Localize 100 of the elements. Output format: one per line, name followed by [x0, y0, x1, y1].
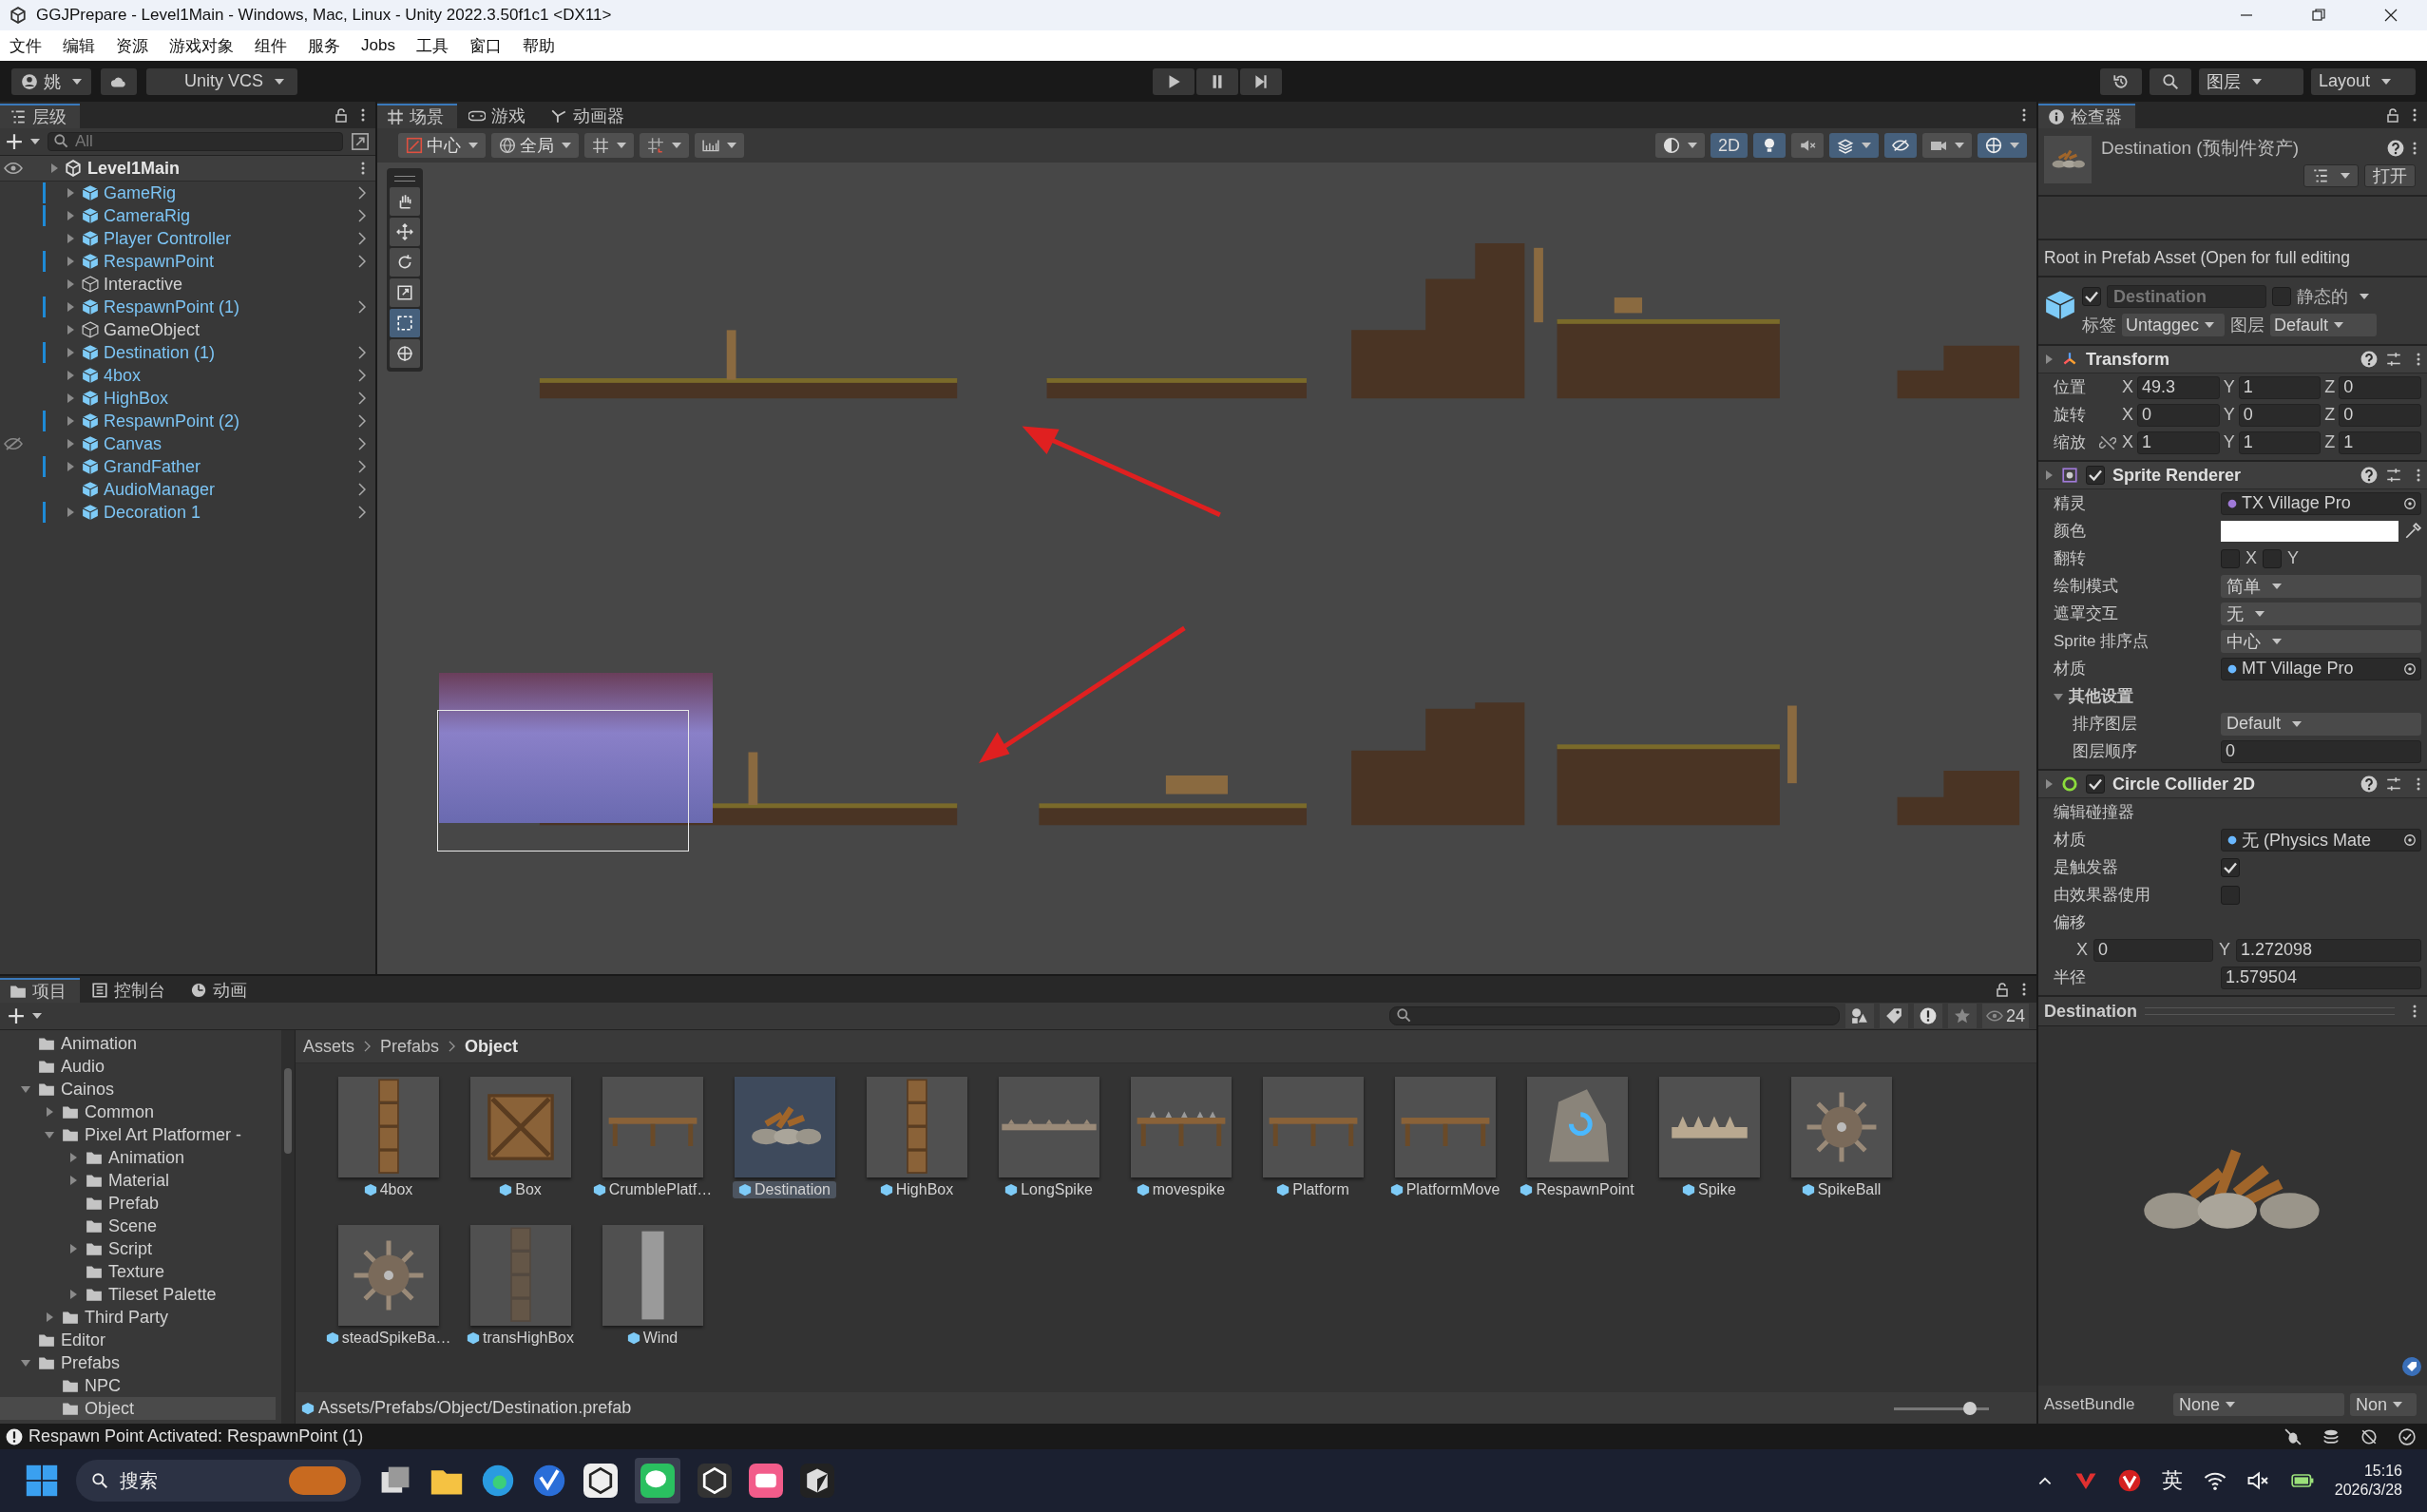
section-header[interactable]: 其他设置: [2069, 685, 2133, 707]
help-icon[interactable]: [2360, 467, 2378, 484]
help-icon[interactable]: [2360, 351, 2378, 368]
more-icon[interactable]: [2416, 468, 2421, 483]
expand-arrow-icon[interactable]: [66, 393, 75, 403]
asset-name[interactable]: LongSpike: [999, 1181, 1099, 1198]
hierarchy-item[interactable]: Canvas: [104, 433, 162, 454]
tool-button[interactable]: [390, 339, 420, 368]
sliders-icon[interactable]: [2385, 351, 2402, 368]
layers-dropdown[interactable]: 图层: [2199, 67, 2303, 95]
inspector-tab[interactable]: 检查器: [2038, 104, 2135, 128]
expand-arrow-icon[interactable]: [2054, 691, 2063, 701]
clock-date[interactable]: 2026/3/28: [2334, 1482, 2402, 1499]
menu-item[interactable]: 窗口: [468, 34, 502, 57]
v-circle-icon[interactable]: [2117, 1469, 2141, 1492]
ruler-button[interactable]: [695, 133, 744, 158]
expand-arrow-icon[interactable]: [21, 1358, 30, 1368]
checkbox[interactable]: [2221, 857, 2240, 877]
asset-name[interactable]: Wind: [621, 1330, 684, 1347]
folder-item[interactable]: Material: [108, 1170, 170, 1191]
hierarchy-item[interactable]: 4box: [104, 365, 142, 386]
folder-item[interactable]: Third Party: [85, 1307, 169, 1328]
number-field[interactable]: 0: [2137, 403, 2220, 427]
number-field[interactable]: 0: [2093, 938, 2213, 962]
expand-arrow-icon[interactable]: [68, 1153, 78, 1162]
number-field[interactable]: 1.272098: [2236, 938, 2421, 962]
scene-tab[interactable]: 游戏: [459, 104, 539, 128]
variant-dropdown[interactable]: Non: [2350, 1393, 2417, 1416]
asset-name[interactable]: transHighBox: [460, 1330, 580, 1347]
grid-snap-button[interactable]: [584, 133, 634, 158]
list-dropdown[interactable]: [2303, 164, 2359, 187]
folder-item[interactable]: Common: [85, 1101, 155, 1122]
hierarchy-item[interactable]: RespawnPoint (2): [104, 411, 240, 431]
asset-thumbnail[interactable]: [469, 1077, 571, 1177]
enabled-checkbox[interactable]: [2086, 775, 2105, 794]
menu-item[interactable]: 组件: [255, 34, 287, 57]
asset-name[interactable]: movespike: [1130, 1181, 1232, 1198]
expand-arrow-icon[interactable]: [45, 1107, 54, 1117]
hierarchy-tab[interactable]: 层级: [0, 104, 80, 128]
eye-icon[interactable]: [4, 161, 23, 176]
project-tab[interactable]: 动画: [181, 978, 260, 1003]
chevron-right-icon[interactable]: [358, 369, 366, 382]
box-app-icon[interactable]: [800, 1464, 834, 1498]
folder-item[interactable]: Animation: [108, 1147, 185, 1168]
hierarchy-item[interactable]: GameObject: [104, 319, 201, 340]
help-icon[interactable]: [2387, 140, 2404, 157]
popout-icon[interactable]: [351, 132, 370, 151]
scene-tab[interactable]: 动画器: [541, 104, 638, 128]
chevron-right-icon[interactable]: [358, 506, 366, 519]
pivot-dropdown[interactable]: 中心: [398, 133, 486, 158]
tool-button[interactable]: [390, 187, 420, 216]
asset-name[interactable]: steadSpikeBa…: [319, 1330, 457, 1347]
enabled-checkbox[interactable]: [2086, 466, 2105, 485]
chat-app-icon[interactable]: [635, 1458, 680, 1503]
chevron-right-icon[interactable]: [358, 300, 366, 314]
expand-arrow-icon[interactable]: [66, 371, 75, 380]
2d-toggle[interactable]: 2D: [1710, 133, 1748, 158]
grip-lines[interactable]: [2145, 1007, 2395, 1015]
start-icon[interactable]: [25, 1464, 59, 1498]
expand-arrow-icon[interactable]: [66, 325, 75, 335]
hierarchy-item[interactable]: Decoration 1: [104, 502, 201, 523]
taskbar-search[interactable]: 搜索: [76, 1460, 361, 1502]
number-field[interactable]: 0: [2238, 403, 2322, 427]
color-swatch[interactable]: [2221, 520, 2398, 542]
scene-tab[interactable]: 场景: [377, 104, 457, 128]
folder-item[interactable]: Audio: [61, 1056, 105, 1077]
folder-item[interactable]: Script: [108, 1238, 152, 1259]
space-dropdown[interactable]: 全局: [491, 133, 579, 158]
number-field[interactable]: 1: [2137, 431, 2220, 454]
dropdown[interactable]: 简单: [2221, 574, 2421, 598]
hierarchy-item[interactable]: Player Controller: [104, 228, 232, 249]
asset-name[interactable]: Spike: [1676, 1181, 1742, 1198]
asset-thumbnail[interactable]: [1262, 1077, 1364, 1177]
more-icon[interactable]: [2412, 1004, 2417, 1019]
clock-time[interactable]: 15:16: [2363, 1463, 2402, 1480]
more-icon[interactable]: [2416, 776, 2421, 792]
hierarchy-item[interactable]: RespawnPoint: [104, 251, 215, 272]
expand-arrow-icon[interactable]: [68, 1244, 78, 1254]
menu-item[interactable]: 服务: [308, 34, 340, 57]
audio-toggle[interactable]: [1791, 133, 1824, 158]
account-dropdown[interactable]: 姚: [11, 67, 91, 95]
pause-button[interactable]: [1196, 67, 1238, 95]
cube-app-icon[interactable]: [698, 1464, 732, 1498]
expand-arrow-icon[interactable]: [21, 1084, 30, 1094]
asset-thumbnail[interactable]: [469, 1225, 571, 1326]
number-field[interactable]: 1.579504: [2221, 966, 2421, 989]
asset-thumbnail[interactable]: [337, 1225, 439, 1326]
folder-item[interactable]: Texture: [108, 1261, 165, 1282]
number-field[interactable]: 0: [2339, 403, 2421, 427]
more-icon[interactable]: [2412, 107, 2417, 123]
label-button[interactable]: [1879, 1004, 1908, 1028]
active-checkbox[interactable]: [2082, 287, 2101, 306]
asset-thumbnail[interactable]: [602, 1077, 703, 1177]
more-icon[interactable]: [360, 107, 366, 123]
dropdown[interactable]: Default: [2221, 712, 2421, 736]
expand-arrow-icon[interactable]: [45, 1130, 54, 1139]
menu-item[interactable]: 工具: [415, 34, 449, 57]
chevron-right-icon[interactable]: [358, 186, 366, 200]
tool-button[interactable]: [390, 309, 420, 337]
expand-arrow-icon[interactable]: [66, 279, 75, 289]
